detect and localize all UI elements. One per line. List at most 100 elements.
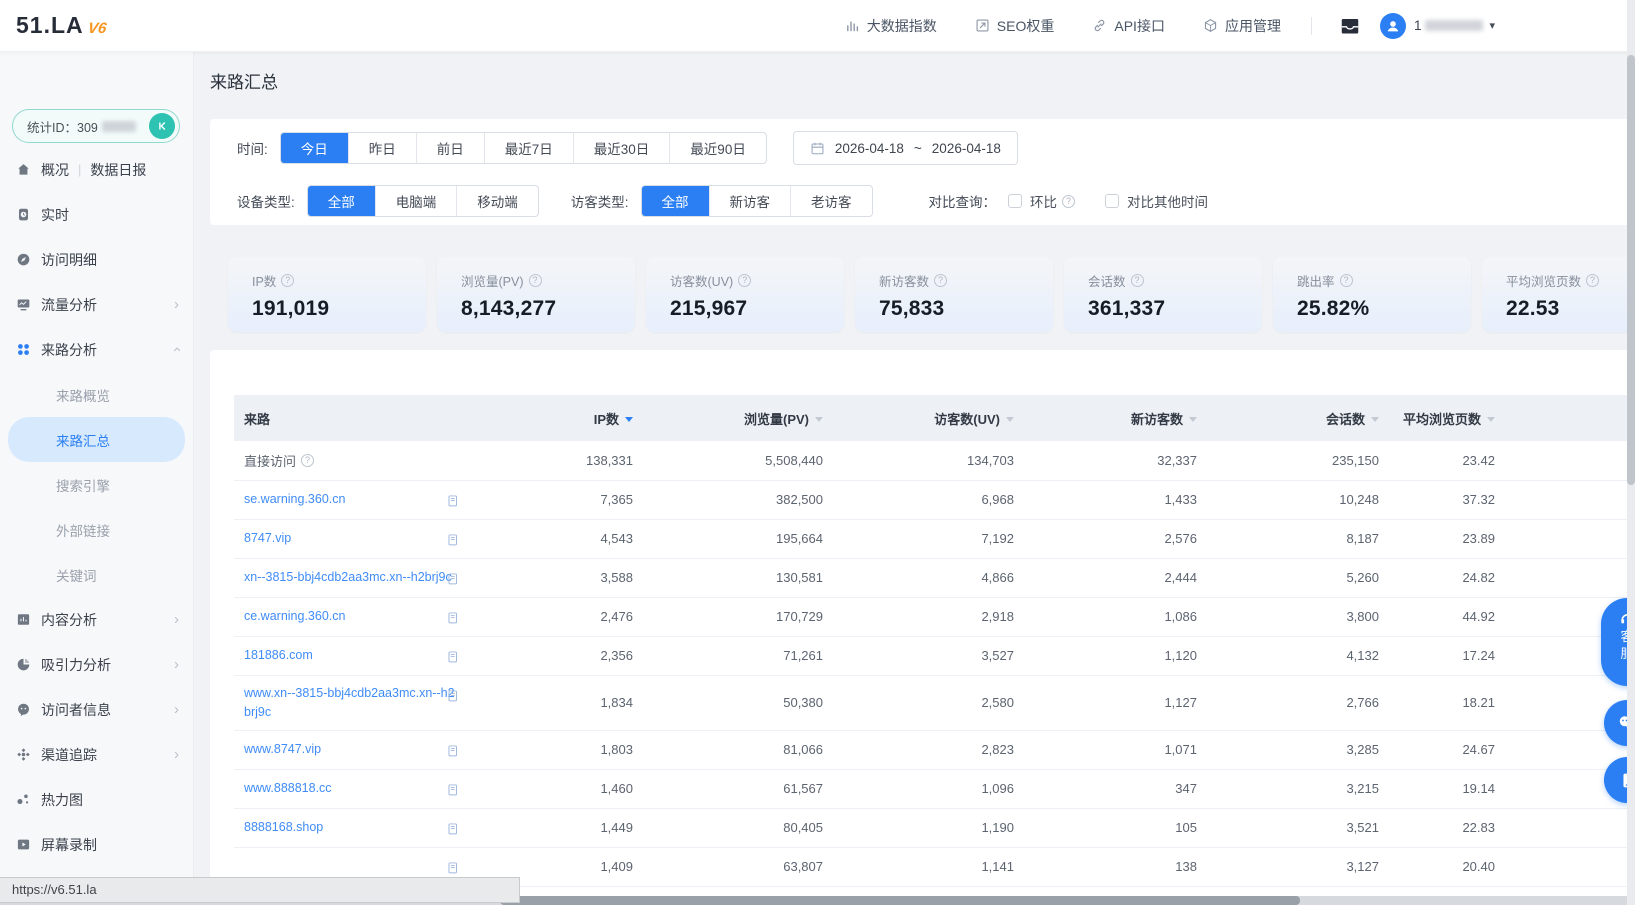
device-type-label: 设备类型:: [237, 191, 295, 211]
device-option-电脑端[interactable]: 电脑端: [375, 186, 457, 216]
copy-icon[interactable]: [446, 572, 460, 586]
referrer-link[interactable]: www.8747.vip: [244, 740, 321, 759]
vertical-scrollbar-thumb[interactable]: [1627, 55, 1635, 485]
time-option-最近90日[interactable]: 最近90日: [669, 133, 766, 163]
top-nav-item-1[interactable]: 大数据指数: [845, 16, 937, 36]
sidebar-subitem-来路概览[interactable]: 来路概览: [8, 372, 185, 417]
metric-cell: 71,261: [649, 636, 839, 675]
chevron-down-icon[interactable]: ▾: [1489, 19, 1495, 32]
sidebar-item-label: 屏幕录制: [41, 835, 97, 855]
referrer-link[interactable]: www.888818.cc: [244, 779, 332, 798]
sort-desc-icon[interactable]: [625, 417, 633, 422]
referrer-link[interactable]: se.warning.360.cn: [244, 490, 345, 509]
metric-cell: 61,567: [649, 769, 839, 808]
user-avatar[interactable]: [1380, 13, 1406, 39]
compare-option-label: 环比: [1030, 191, 1057, 211]
time-option-最近30日[interactable]: 最近30日: [573, 133, 670, 163]
sidebar-item-渠道追踪[interactable]: 渠道追踪›: [0, 732, 193, 777]
checkbox[interactable]: [1008, 194, 1022, 208]
app-logo[interactable]: 51.LA V6: [16, 12, 193, 39]
copy-icon[interactable]: [446, 611, 460, 625]
visit-detail-icon: [16, 252, 32, 268]
column-header-新访客数[interactable]: 新访客数: [1030, 395, 1213, 441]
vertical-scrollbar[interactable]: [1627, 0, 1635, 905]
referrer-link[interactable]: www.xn--3815-bbj4cdb2aa3mc.xn--h2brj9c: [244, 684, 456, 722]
sidebar-subitem-外部链接[interactable]: 外部链接: [8, 507, 185, 552]
collapse-sidebar-button[interactable]: [149, 113, 175, 139]
top-nav-item-2[interactable]: SEO权重: [975, 16, 1055, 36]
referrer-link[interactable]: 8747.vip: [244, 529, 291, 548]
sidebar-scroll-rail[interactable]: [193, 52, 200, 905]
attraction-analysis-icon: [16, 657, 32, 673]
column-header-访客数(UV)[interactable]: 访客数(UV): [839, 395, 1030, 441]
visitor-option-新访客[interactable]: 新访客: [709, 186, 791, 216]
device-option-移动端[interactable]: 移动端: [456, 186, 538, 216]
copy-icon[interactable]: [446, 783, 460, 797]
checkbox[interactable]: [1105, 194, 1119, 208]
sidebar-item-来路分析[interactable]: 来路分析›: [0, 327, 193, 372]
time-option-今日[interactable]: 今日: [281, 133, 348, 163]
visitor-option-全部[interactable]: 全部: [642, 186, 709, 216]
copy-icon[interactable]: [446, 822, 460, 836]
stat-card-value: 361,337: [1088, 297, 1262, 321]
horizontal-scrollbar-thumb[interactable]: [500, 896, 1300, 905]
compare-option-环比[interactable]: 环比?: [1008, 191, 1075, 211]
copy-icon[interactable]: [446, 744, 460, 758]
time-option-昨日[interactable]: 昨日: [348, 133, 416, 163]
sidebar-item-热力图[interactable]: 热力图: [0, 777, 193, 822]
visitor-option-老访客[interactable]: 老访客: [790, 186, 872, 216]
metric-cell: 5,508,440: [649, 441, 839, 480]
metric-cell: 1,449: [534, 808, 649, 847]
sort-desc-icon[interactable]: [1487, 417, 1495, 422]
referrer-link[interactable]: ce.warning.360.cn: [244, 607, 345, 626]
device-option-全部[interactable]: 全部: [308, 186, 375, 216]
browser-status-tooltip: https://v6.51.la: [0, 877, 520, 903]
copy-icon[interactable]: [446, 689, 460, 703]
sidebar-item-屏幕录制[interactable]: 屏幕录制: [0, 822, 193, 867]
column-header-浏览量(PV)[interactable]: 浏览量(PV): [649, 395, 839, 441]
referrer-link[interactable]: 8888168.shop: [244, 818, 323, 837]
chevron-right-icon: ›: [174, 747, 179, 762]
sort-desc-icon[interactable]: [1006, 417, 1014, 422]
metric-cell: 7,192: [839, 519, 1030, 558]
sidebar-item-概况[interactable]: 概况|数据日报: [0, 147, 193, 192]
sidebar-subitem-搜索引擎[interactable]: 搜索引擎: [8, 462, 185, 507]
copy-icon[interactable]: [446, 861, 460, 875]
sidebar-item-访问明细[interactable]: 访问明细: [0, 237, 193, 282]
copy-icon[interactable]: [446, 650, 460, 664]
inbox-icon[interactable]: [1340, 16, 1360, 36]
copy-icon[interactable]: [446, 533, 460, 547]
sort-desc-icon[interactable]: [1189, 417, 1197, 422]
time-option-前日[interactable]: 前日: [416, 133, 484, 163]
sidebar-item-label: 访问明细: [41, 250, 97, 270]
sidebar-item-extra-label[interactable]: 数据日报: [90, 160, 146, 180]
username[interactable]: 1: [1414, 18, 1484, 33]
compare-option-对比其他时间[interactable]: 对比其他时间: [1105, 191, 1208, 211]
column-header-平均浏览页数[interactable]: 平均浏览页数: [1395, 395, 1511, 441]
referrer-link[interactable]: xn--3815-bbj4cdb2aa3mc.xn--h2brj9c: [244, 568, 452, 587]
sidebar-subitem-来路汇总[interactable]: 来路汇总: [8, 417, 185, 462]
date-range-picker[interactable]: 2026-04-18 ~ 2026-04-18: [793, 131, 1018, 165]
sidebar-item-访问者信息[interactable]: 访问者信息›: [0, 687, 193, 732]
copy-icon[interactable]: [446, 494, 460, 508]
metric-cell: 2,356: [534, 636, 649, 675]
sidebar-item-吸引力分析[interactable]: 吸引力分析›: [0, 642, 193, 687]
sidebar-item-内容分析[interactable]: 内容分析›: [0, 597, 193, 642]
app-root: 51.LA V6 大数据指数SEO权重API接口应用管理 1 ▾ 统计ID：30…: [0, 0, 1635, 905]
metric-cell: 1,190: [839, 808, 1030, 847]
sidebar-item-流量分析[interactable]: 流量分析›: [0, 282, 193, 327]
sidebar-subitem-关键词[interactable]: 关键词: [8, 552, 185, 597]
column-header-会话数[interactable]: 会话数: [1213, 395, 1395, 441]
sort-desc-icon[interactable]: [1371, 417, 1379, 422]
top-nav-item-3[interactable]: API接口: [1092, 16, 1165, 36]
metric-cell: 2,444: [1030, 558, 1213, 597]
help-icon: ?: [1062, 195, 1075, 208]
column-header-IP数[interactable]: IP数: [534, 395, 649, 441]
time-option-最近7日[interactable]: 最近7日: [484, 133, 573, 163]
help-icon: ?: [934, 274, 947, 287]
metric-cell: 170,729: [649, 597, 839, 636]
sort-desc-icon[interactable]: [815, 417, 823, 422]
sidebar-item-实时[interactable]: 实时: [0, 192, 193, 237]
referrer-link[interactable]: 181886.com: [244, 646, 313, 665]
top-nav-item-4[interactable]: 应用管理: [1203, 16, 1281, 36]
